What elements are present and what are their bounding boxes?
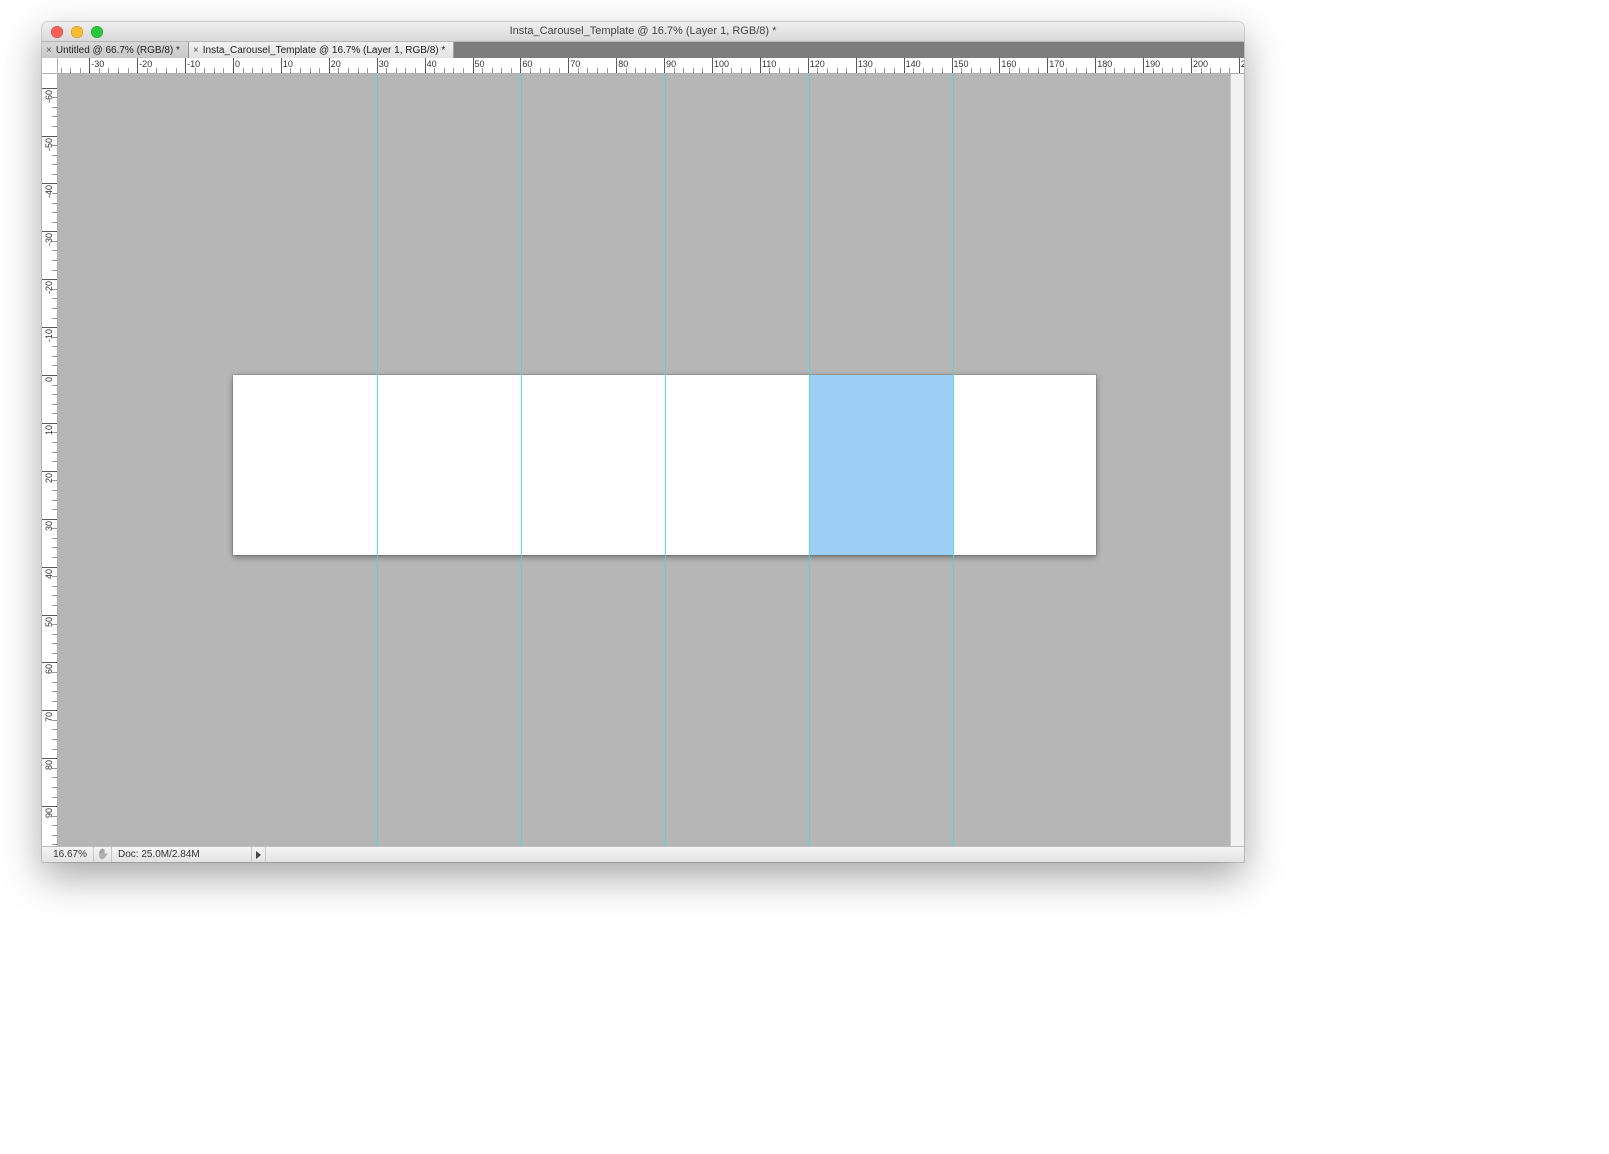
traffic-lights xyxy=(51,26,103,38)
status-hand-button[interactable] xyxy=(94,847,112,862)
close-window-button[interactable] xyxy=(51,26,63,38)
ruler-tick-label: -50 xyxy=(44,138,54,151)
ruler-tick-label: -30 xyxy=(91,59,104,69)
document-tabs: × Untitled @ 66.7% (RGB/8) * × Insta_Car… xyxy=(42,42,1244,58)
horizontal-ruler[interactable]: -40-30-20-100102030405060708090100110120… xyxy=(58,58,1244,74)
minimize-window-button[interactable] xyxy=(71,26,83,38)
vertical-guide[interactable] xyxy=(521,74,522,846)
ruler-tick-label: -20 xyxy=(44,281,54,294)
ruler-origin-corner[interactable] xyxy=(42,58,58,74)
ruler-tick-label: 0 xyxy=(235,59,240,69)
zoom-field[interactable]: 16.67% xyxy=(42,847,94,862)
titlebar[interactable]: Insta_Carousel_Template @ 16.7% (Layer 1… xyxy=(42,22,1244,42)
close-tab-icon[interactable]: × xyxy=(46,45,52,56)
canvas-viewport[interactable] xyxy=(58,74,1244,846)
ruler-tick-label: -40 xyxy=(44,185,54,198)
doc-info-label: Doc: 25.0M/2.84M xyxy=(118,849,200,860)
vertical-ruler[interactable]: -60-50-40-30-20-100102030405060708090100… xyxy=(42,58,58,846)
ruler-tick-label: -10 xyxy=(44,329,54,342)
ruler-tick-label: -30 xyxy=(44,233,54,246)
ruler-tick-label: -20 xyxy=(139,59,152,69)
vertical-guide[interactable] xyxy=(665,74,666,846)
document-tab[interactable]: × Untitled @ 66.7% (RGB/8) * xyxy=(42,42,189,58)
triangle-right-icon xyxy=(256,851,261,859)
ruler-tick-label: 210 xyxy=(1241,59,1244,69)
vertical-guide[interactable] xyxy=(377,74,378,846)
ruler-tick-label: -60 xyxy=(44,90,54,103)
vertical-guide[interactable] xyxy=(809,74,810,846)
ruler-tick-label: 0 xyxy=(44,377,54,382)
window-title: Insta_Carousel_Template @ 16.7% (Layer 1… xyxy=(42,25,1244,37)
doc-info[interactable]: Doc: 25.0M/2.84M xyxy=(112,847,252,862)
zoom-window-button[interactable] xyxy=(91,26,103,38)
app-window: Insta_Carousel_Template @ 16.7% (Layer 1… xyxy=(42,22,1244,862)
hand-icon xyxy=(97,849,109,861)
tab-label: Insta_Carousel_Template @ 16.7% (Layer 1… xyxy=(203,45,446,56)
status-menu-button[interactable] xyxy=(252,847,266,862)
zoom-value: 16.67% xyxy=(53,849,87,860)
vertical-scrollbar[interactable] xyxy=(1230,74,1244,846)
document-tab[interactable]: × Insta_Carousel_Template @ 16.7% (Layer… xyxy=(189,42,454,58)
layer-blue-rect[interactable] xyxy=(809,375,953,555)
status-bar: 16.67% Doc: 25.0M/2.84M xyxy=(42,846,1244,862)
tab-label: Untitled @ 66.7% (RGB/8) * xyxy=(56,45,180,56)
vertical-guide[interactable] xyxy=(953,74,954,846)
close-tab-icon[interactable]: × xyxy=(193,45,199,56)
ruler-tick-label: -10 xyxy=(187,59,200,69)
